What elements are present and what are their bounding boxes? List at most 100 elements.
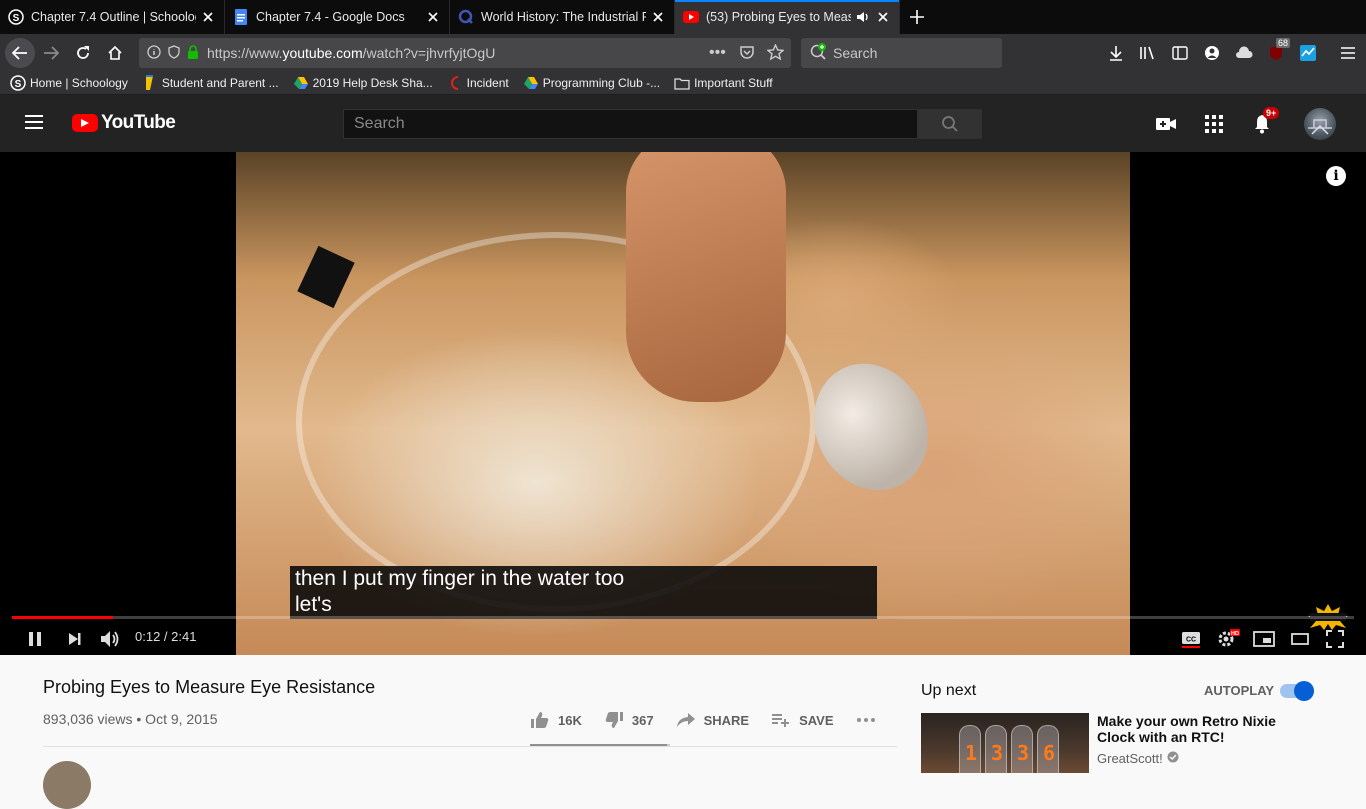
save-button[interactable]: SAVE	[771, 712, 834, 728]
bookmark-incident[interactable]: Incident	[447, 75, 509, 91]
bookmark-schoology[interactable]: S Home | Schoology	[10, 75, 128, 91]
close-icon[interactable]	[650, 9, 666, 25]
youtube-play-logo-icon	[72, 114, 98, 132]
close-icon[interactable]	[200, 9, 216, 25]
miniplayer-icon	[1253, 631, 1275, 647]
like-button[interactable]: 16K	[530, 711, 582, 729]
lock-icon[interactable]	[187, 44, 199, 62]
google-docs-icon	[233, 9, 249, 25]
bookmark-important-stuff[interactable]: Important Stuff	[674, 75, 773, 91]
forward-arrow-icon	[44, 46, 59, 60]
tab-youtube[interactable]: (53) Probing Eyes to Measur	[675, 0, 900, 34]
svg-text:HD: HD	[1231, 631, 1239, 637]
menu-icon[interactable]	[1332, 37, 1364, 69]
subtitles-button[interactable]: CC	[1178, 626, 1204, 652]
tab-quizlet[interactable]: World History: The Industrial Re	[450, 0, 675, 34]
fullscreen-icon	[1326, 630, 1344, 648]
close-icon[interactable]	[875, 9, 891, 25]
extension-cloud-icon[interactable]	[1228, 37, 1260, 69]
close-icon[interactable]	[425, 9, 441, 25]
bookmark-student-parent[interactable]: Student and Parent ...	[142, 75, 279, 91]
search-engine-icon	[809, 42, 827, 64]
nixie-digit: 3	[1017, 741, 1030, 765]
settings-button[interactable]: HD	[1215, 626, 1241, 652]
video-view-count-and-date: 893,036 views • Oct 9, 2015	[43, 711, 218, 727]
divider	[43, 746, 897, 747]
hamburger-menu-icon[interactable]	[24, 113, 44, 136]
thumbs-down-icon	[605, 712, 623, 728]
more-horizontal-icon	[856, 718, 875, 722]
library-icon[interactable]	[1132, 37, 1164, 69]
miniplayer-button[interactable]	[1251, 626, 1277, 652]
info-card-icon[interactable]: i	[1326, 166, 1346, 186]
notification-count-badge: 9+	[1263, 107, 1280, 119]
avatar[interactable]	[1304, 108, 1336, 140]
video-player[interactable]: i then I put my finger in the water too …	[0, 152, 1366, 655]
back-button[interactable]	[5, 38, 35, 68]
extension-chart-icon[interactable]	[1292, 37, 1324, 69]
share-button[interactable]: SHARE	[676, 712, 749, 728]
tab-label: (53) Probing Eyes to Measur	[706, 10, 851, 24]
tab-schoology[interactable]: S Chapter 7.4 Outline | Schoology	[0, 0, 225, 34]
account-icon[interactable]	[1196, 37, 1228, 69]
bookmark-help-desk[interactable]: 2019 Help Desk Sha...	[293, 75, 433, 91]
more-actions-button[interactable]	[856, 717, 884, 723]
page-actions-icon[interactable]: •••	[709, 44, 726, 62]
home-button[interactable]	[99, 37, 131, 69]
downloads-icon[interactable]	[1100, 37, 1132, 69]
create-video-icon[interactable]	[1153, 111, 1179, 137]
caption-window: then I put my finger in the water too le…	[290, 566, 877, 619]
tab-google-docs[interactable]: Chapter 7.4 - Google Docs	[225, 0, 450, 34]
volume-icon	[101, 631, 119, 647]
next-video-thumbnail[interactable]: 1 3 3 6	[921, 713, 1089, 773]
pause-button[interactable]	[22, 626, 48, 652]
fullscreen-button[interactable]	[1322, 626, 1348, 652]
incident-icon	[447, 75, 463, 91]
next-video-title[interactable]: Make your own Retro Nixie Clock with an …	[1097, 713, 1297, 745]
video-title: Probing Eyes to Measure Eye Resistance	[43, 677, 376, 697]
ublock-icon[interactable]: 68	[1260, 37, 1292, 69]
nixie-digit: 1	[965, 741, 978, 765]
gear-icon: HD	[1218, 629, 1240, 647]
apps-grid-icon[interactable]	[1201, 111, 1227, 137]
share-icon	[676, 713, 695, 727]
time-display: 0:12 / 2:41	[135, 629, 197, 644]
notifications-bell-icon[interactable]: 9+	[1249, 107, 1280, 137]
nixie-digit: 3	[991, 741, 1004, 765]
bookmark-star-icon[interactable]	[766, 43, 785, 64]
speaker-icon[interactable]	[855, 9, 871, 25]
quizlet-icon	[458, 9, 474, 25]
next-video-channel[interactable]: GreatScott!	[1097, 751, 1179, 766]
channel-avatar[interactable]	[43, 761, 91, 809]
browser-search-field[interactable]: Search	[801, 38, 1002, 68]
theater-mode-button[interactable]	[1287, 626, 1313, 652]
tab-strip: S Chapter 7.4 Outline | Schoology Chapte…	[0, 0, 1366, 34]
forward-button[interactable]	[35, 37, 67, 69]
tab-label: World History: The Industrial Re	[481, 10, 646, 24]
tracking-shield-icon[interactable]	[167, 44, 181, 62]
back-arrow-icon	[12, 46, 27, 60]
youtube-logo[interactable]: YouTube	[72, 112, 176, 134]
reload-button[interactable]	[67, 37, 99, 69]
schoology-icon: S	[10, 75, 26, 91]
youtube-icon	[683, 9, 699, 25]
toggle-knob	[1294, 681, 1314, 701]
next-button[interactable]	[62, 626, 88, 652]
pocket-icon[interactable]	[739, 45, 755, 64]
search-placeholder: Search	[833, 45, 878, 61]
sidebar-icon[interactable]	[1164, 37, 1196, 69]
progress-bar[interactable]	[12, 616, 1354, 619]
dislike-button[interactable]: 367	[604, 711, 654, 729]
youtube-search-input[interactable]: Search	[343, 109, 918, 139]
progress-played	[12, 616, 113, 619]
address-bar[interactable]: https://www.youtube.com/watch?v=jhvrfyjt…	[139, 38, 791, 68]
closed-captions-icon: CC	[1182, 632, 1200, 648]
bookmark-programming-club[interactable]: Programming Club -...	[523, 75, 660, 91]
next-icon	[69, 633, 81, 645]
autoplay-label: AUTOPLAY	[1204, 683, 1275, 698]
volume-button[interactable]	[98, 626, 124, 652]
info-icon[interactable]	[147, 44, 161, 62]
autoplay-toggle[interactable]	[1280, 681, 1314, 701]
youtube-search-button[interactable]	[918, 109, 982, 139]
new-tab-button[interactable]	[900, 0, 934, 34]
